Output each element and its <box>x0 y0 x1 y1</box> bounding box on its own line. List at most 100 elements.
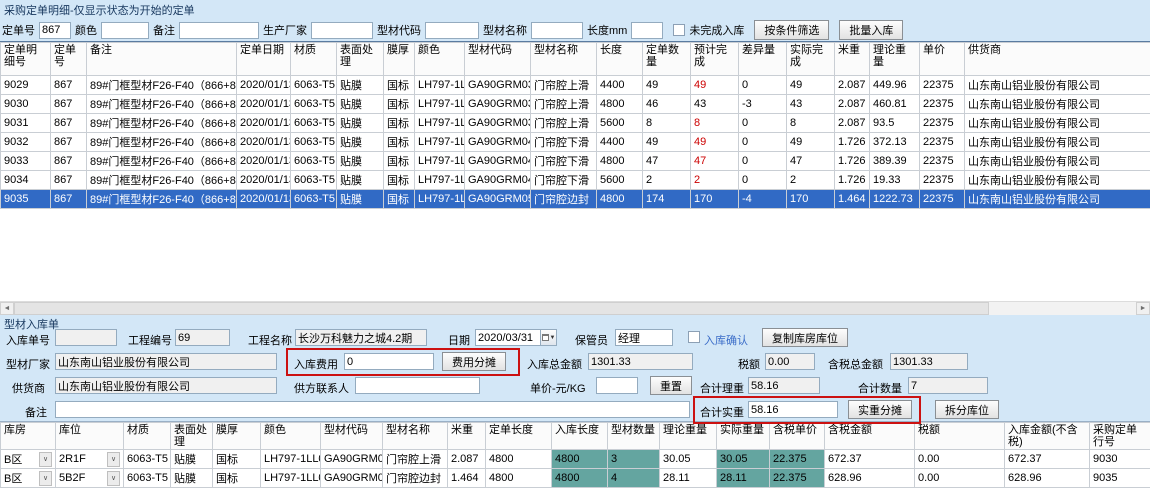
purchase-order-table: 定单明细号定单号备注定单日期材质表面处理膜厚颜色型材代码型材名称长度定单数量预计… <box>0 42 1150 209</box>
reset-button[interactable]: 重置 <box>650 376 692 395</box>
filter-row: 定单号颜色备注生产厂家型材代码型材名称长度mm未完成入库按条件筛选批量入库 <box>0 19 1150 41</box>
filter-remark-input[interactable] <box>179 22 259 39</box>
purchase-order-section-title: 采购定单明细-仅显示状态为开始的定单 <box>0 0 1150 19</box>
actual-weight-allocate-button[interactable]: 实重分摊 <box>848 400 912 419</box>
entry-row-9035[interactable]: B区∨5B2F∨6063-T5贴膜国标LH797-1LL0GA90GRM05门帘… <box>1 469 1150 488</box>
calendar-dropdown-button[interactable]: ▼ <box>541 329 557 346</box>
order-cell: 89#门框型材F26-F40（866+867） <box>87 171 237 190</box>
total-qty-field[interactable] <box>908 377 988 394</box>
order-cell: 贴膜 <box>337 76 384 95</box>
entry-row-9030[interactable]: B区∨2R1F∨6063-T5贴膜国标LH797-1LL0GA90GRM03门帘… <box>1 450 1150 469</box>
order-cell: 449.96 <box>870 76 920 95</box>
batch-entry-button[interactable]: 批量入库 <box>839 20 903 40</box>
split-location-button[interactable]: 拆分库位 <box>935 400 999 419</box>
filter-profile-name-input[interactable] <box>531 22 583 39</box>
filter-order-no-input[interactable] <box>39 22 71 39</box>
chevron-down-icon[interactable]: ∨ <box>39 471 52 486</box>
scrollbar-thumb[interactable] <box>14 302 989 315</box>
unit-price-field[interactable] <box>596 377 638 394</box>
maker-field[interactable] <box>55 353 277 370</box>
order-row-9033[interactable]: 903386789#门框型材F26-F40（866+867）2020/01/13… <box>1 152 1150 171</box>
entry-column-header: 定单长度 <box>486 423 552 450</box>
total-theoretical-field[interactable] <box>748 377 820 394</box>
order-column-header: 米重 <box>835 43 870 76</box>
order-cell: 国标 <box>384 76 415 95</box>
project-name-field[interactable] <box>295 329 427 346</box>
supplier-contact-field[interactable] <box>355 377 480 394</box>
date-field[interactable] <box>475 329 541 346</box>
order-cell: 国标 <box>384 114 415 133</box>
calendar-icon <box>542 334 549 341</box>
order-cell: 460.81 <box>870 95 920 114</box>
order-cell: 0 <box>739 152 787 171</box>
order-cell: 89#门框型材F26-F40（866+867） <box>87 133 237 152</box>
entry-cell: 22.375 <box>770 469 825 488</box>
entry-cell-text: B区 <box>4 451 22 467</box>
filter-color-input[interactable] <box>101 22 149 39</box>
entry-confirm-checkbox[interactable] <box>688 331 700 343</box>
chevron-down-icon[interactable]: ∨ <box>107 452 120 467</box>
unfinished-entry-checkbox[interactable] <box>673 24 685 36</box>
order-row-9031[interactable]: 903186789#门框型材F26-F40（866+867）2020/01/13… <box>1 114 1150 133</box>
order-row-9029[interactable]: 902986789#门框型材F26-F40（866+867）2020/01/13… <box>1 76 1150 95</box>
total-with-tax-field[interactable] <box>890 353 968 370</box>
project-no-field[interactable] <box>175 329 230 346</box>
order-cell: 6063-T5 <box>291 95 337 114</box>
order-cell: 43 <box>787 95 835 114</box>
chevron-down-icon[interactable]: ∨ <box>107 471 120 486</box>
scrollbar-track[interactable] <box>989 302 1136 315</box>
order-cell: 22375 <box>920 133 965 152</box>
order-row-9032[interactable]: 903286789#门框型材F26-F40（866+867）2020/01/13… <box>1 133 1150 152</box>
order-column-header: 颜色 <box>415 43 465 76</box>
note-label: 备注 <box>25 404 47 420</box>
fee-allocate-button[interactable]: 费用分摊 <box>442 352 506 371</box>
entry-fee-field[interactable] <box>344 353 434 370</box>
total-actual-label: 合计实重 <box>700 404 744 420</box>
order-cell: 5600 <box>597 171 643 190</box>
entry-no-field[interactable] <box>55 329 117 346</box>
order-row-9034[interactable]: 903486789#门框型材F26-F40（866+867）2020/01/13… <box>1 171 1150 190</box>
order-cell: 2020/01/13 <box>237 95 291 114</box>
order-cell: 2 <box>643 171 691 190</box>
keeper-field[interactable] <box>615 329 673 346</box>
app-window: 采购定单明细-仅显示状态为开始的定单 定单号颜色备注生产厂家型材代码型材名称长度… <box>0 0 1150 492</box>
entry-cell: LH797-1LL0 <box>261 469 321 488</box>
copy-warehouse-location-button[interactable]: 复制库房库位 <box>762 328 848 347</box>
entry-total-field[interactable] <box>588 353 693 370</box>
total-actual-field[interactable] <box>748 401 838 418</box>
entry-cell: B区 ∨ <box>1 450 56 469</box>
order-column-header: 预计完成 <box>691 43 739 76</box>
entry-cell: 国标 <box>213 450 261 469</box>
order-cell: 9035 <box>1 190 51 209</box>
entry-cell: 6063-T5 <box>124 469 171 488</box>
order-cell: 2020/01/13 <box>237 171 291 190</box>
scroll-right-button[interactable]: ► <box>1136 302 1150 315</box>
order-cell: 22375 <box>920 114 965 133</box>
order-cell: 6063-T5 <box>291 190 337 209</box>
chevron-down-icon[interactable]: ∨ <box>39 452 52 467</box>
order-cell: GA90GRM04 <box>465 133 531 152</box>
filter-manufacturer-input[interactable] <box>311 22 373 39</box>
entry-cell: 22.375 <box>770 450 825 469</box>
order-cell: 门帘腔上滑 <box>531 95 597 114</box>
filter-profile-code-input[interactable] <box>425 22 479 39</box>
horizontal-scrollbar[interactable]: ◄ ► <box>0 301 1150 315</box>
supplier-field[interactable] <box>55 377 277 394</box>
tax-field[interactable] <box>765 353 815 370</box>
entry-cell: LH797-1LL0 <box>261 450 321 469</box>
entry-fee-label: 入库费用 <box>294 356 338 372</box>
filter-by-condition-button[interactable]: 按条件筛选 <box>754 20 829 40</box>
filter-length-input[interactable] <box>631 22 663 39</box>
entry-cell-text: B区 <box>4 470 22 486</box>
order-cell: 6063-T5 <box>291 133 337 152</box>
order-cell: 19.33 <box>870 171 920 190</box>
note-field[interactable] <box>55 401 690 418</box>
order-row-9035[interactable]: 903586789#门框型材F26-F40（866+867）2020/01/13… <box>1 190 1150 209</box>
entry-cell: 贴膜 <box>171 469 213 488</box>
order-cell: 89#门框型材F26-F40（866+867） <box>87 95 237 114</box>
filter-label-order-no: 定单号 <box>2 22 35 38</box>
scroll-left-button[interactable]: ◄ <box>0 302 14 315</box>
order-row-9030[interactable]: 903086789#门框型材F26-F40（866+867）2020/01/13… <box>1 95 1150 114</box>
entry-cell: 672.37 <box>1005 450 1090 469</box>
order-cell: 贴膜 <box>337 190 384 209</box>
